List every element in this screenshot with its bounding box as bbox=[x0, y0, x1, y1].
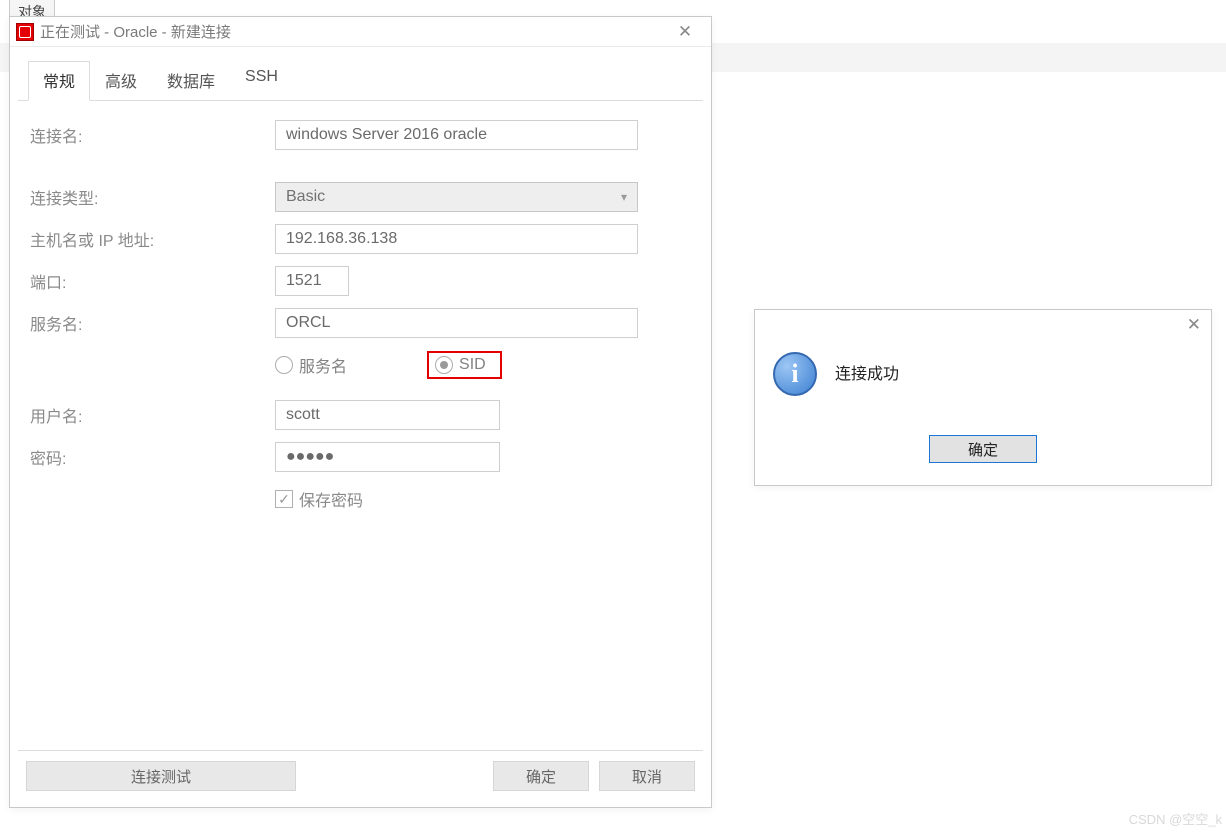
radio-dot-icon bbox=[275, 356, 293, 374]
oracle-icon bbox=[16, 23, 34, 41]
tab-advanced[interactable]: 高级 bbox=[90, 61, 152, 101]
label-port: 端口: bbox=[30, 269, 275, 293]
radio-sid-label: SID bbox=[459, 356, 486, 374]
check-icon: ✓ bbox=[275, 490, 293, 508]
tab-general[interactable]: 常规 bbox=[28, 61, 90, 101]
label-conn-name: 连接名: bbox=[30, 123, 275, 147]
chevron-down-icon: ▾ bbox=[621, 190, 627, 204]
sid-highlight: SID bbox=[427, 351, 502, 379]
test-connection-button[interactable]: 连接测试 bbox=[26, 761, 296, 791]
radio-service-label: 服务名 bbox=[299, 353, 347, 377]
msgbox-body: i 连接成功 bbox=[755, 340, 1211, 435]
msgbox-text: 连接成功 bbox=[835, 352, 899, 384]
tab-ssh[interactable]: SSH bbox=[230, 61, 293, 101]
dialog-titlebar: 正在测试 - Oracle - 新建连接 ✕ bbox=[10, 17, 711, 47]
info-icon: i bbox=[773, 352, 817, 396]
tab-database[interactable]: 数据库 bbox=[152, 61, 230, 101]
tabstrip: 常规 高级 数据库 SSH bbox=[18, 61, 703, 101]
label-conn-type: 连接类型: bbox=[30, 185, 275, 209]
password-input[interactable] bbox=[275, 442, 500, 472]
close-icon[interactable]: ✕ bbox=[665, 22, 705, 42]
radio-sid[interactable]: SID bbox=[435, 356, 486, 374]
label-host: 主机名或 IP 地址: bbox=[30, 227, 275, 251]
radio-service-name[interactable]: 服务名 bbox=[275, 353, 347, 377]
label-service: 服务名: bbox=[30, 311, 275, 335]
conn-name-input[interactable] bbox=[275, 120, 638, 150]
dialog-title: 正在测试 - Oracle - 新建连接 bbox=[40, 21, 665, 42]
form-area: 连接名: 连接类型: Basic ▾ 主机名或 IP 地址: bbox=[18, 101, 703, 751]
connection-dialog: 正在测试 - Oracle - 新建连接 ✕ 常规 高级 数据库 SSH 连接名… bbox=[9, 16, 712, 808]
message-box: ✕ i 连接成功 确定 bbox=[754, 309, 1212, 486]
label-username: 用户名: bbox=[30, 403, 275, 427]
cancel-button[interactable]: 取消 bbox=[599, 761, 695, 791]
conn-type-value: Basic bbox=[286, 188, 325, 206]
radio-dot-icon bbox=[435, 356, 453, 374]
button-bar: 连接测试 确定 取消 bbox=[18, 751, 703, 801]
spacer bbox=[306, 761, 483, 791]
port-input[interactable] bbox=[275, 266, 349, 296]
close-icon[interactable]: ✕ bbox=[1187, 315, 1201, 335]
msgbox-button-bar: 确定 bbox=[755, 435, 1211, 485]
dialog-body: 常规 高级 数据库 SSH 连接名: 连接类型: Basic ▾ bbox=[10, 47, 711, 807]
save-password-checkbox[interactable]: ✓ 保存密码 bbox=[275, 487, 363, 511]
watermark: CSDN @空空_k bbox=[1129, 809, 1222, 828]
service-input[interactable] bbox=[275, 308, 638, 338]
save-password-label: 保存密码 bbox=[299, 487, 363, 511]
host-input[interactable] bbox=[275, 224, 638, 254]
label-password: 密码: bbox=[30, 445, 275, 469]
msgbox-ok-button[interactable]: 确定 bbox=[929, 435, 1037, 463]
conn-type-select[interactable]: Basic ▾ bbox=[275, 182, 638, 212]
ok-button[interactable]: 确定 bbox=[493, 761, 589, 791]
msgbox-titlebar: ✕ bbox=[755, 310, 1211, 340]
username-input[interactable] bbox=[275, 400, 500, 430]
